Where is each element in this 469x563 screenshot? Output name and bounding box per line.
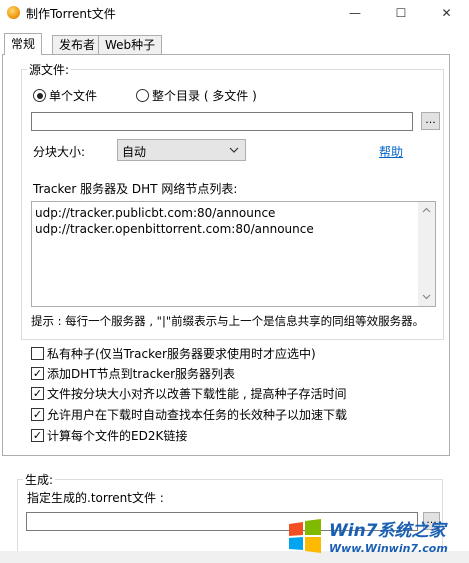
radio-single-file-label: 单个文件 — [49, 89, 98, 103]
checkbox-private[interactable] — [31, 347, 44, 360]
scroll-up-icon[interactable] — [422, 207, 431, 213]
piece-size-label: 分块大小: — [33, 145, 86, 159]
checkbox-private-label: 私有种子(仅当Tracker服务器要求使用时才应选中) — [47, 347, 316, 361]
help-link[interactable]: 帮助 — [379, 143, 403, 160]
output-group-label: 生成: — [23, 471, 56, 488]
close-button[interactable]: ✕ — [424, 0, 469, 26]
radio-single-file[interactable] — [33, 89, 46, 102]
tab-publisher[interactable]: 发布者 — [52, 35, 103, 54]
watermark-logo: Win7系统之家 Www.Winwin7.com — [285, 512, 465, 560]
watermark-brand: Win7系统之家 — [329, 521, 446, 541]
checkbox-ed2k-label: 计算每个文件的ED2K链接 — [47, 429, 188, 443]
radio-directory[interactable] — [136, 89, 149, 102]
tracker-list-label: Tracker 服务器及 DHT 网络节点列表: — [33, 182, 238, 196]
app-icon — [7, 6, 20, 19]
minimize-button[interactable]: — — [332, 0, 378, 26]
piece-size-value: 自动 — [122, 145, 147, 159]
tracker-line: udp://tracker.publicbt.com:80/announce — [35, 206, 276, 220]
tab-web-seed[interactable]: Web种子 — [98, 35, 163, 54]
tracker-line: udp://tracker.openbittorrent.com:80/anno… — [35, 222, 314, 236]
piece-size-select[interactable]: 自动 — [117, 139, 246, 161]
maximize-button[interactable]: ☐ — [378, 0, 424, 26]
window-title: 制作Torrent文件 — [26, 7, 116, 21]
vertical-scrollbar[interactable] — [418, 202, 435, 306]
source-path-input[interactable] — [31, 112, 413, 131]
checkbox-align-pieces[interactable]: ✓ — [31, 387, 44, 400]
chevron-down-icon — [229, 147, 239, 153]
tab-general[interactable]: 常规 — [4, 33, 43, 55]
output-file-label: 指定生成的.torrent文件 : — [27, 491, 164, 505]
radio-directory-label: 整个目录 ( 多文件 ) — [152, 89, 257, 103]
checkbox-add-dht[interactable]: ✓ — [31, 367, 44, 380]
checkbox-ed2k[interactable]: ✓ — [31, 429, 44, 442]
scroll-down-icon[interactable] — [422, 294, 431, 300]
windows-logo-icon — [289, 519, 321, 553]
browse-source-button[interactable]: ... — [421, 112, 440, 130]
source-group-label: 源文件: — [27, 61, 72, 78]
checkbox-find-seeds[interactable]: ✓ — [31, 408, 44, 421]
checkbox-align-pieces-label: 文件按分块大小对齐以改善下载性能 , 提高种子存活时间 — [47, 387, 347, 401]
checkbox-find-seeds-label: 允许用户在下载时自动查找本任务的长效种子以加速下载 — [47, 408, 348, 422]
tracker-hint: 提示 : 每行一个服务器 , "|"前缀表示与上一个是信息共享的同组等效服务器。 — [31, 314, 425, 328]
watermark-url: Www.Winwin7.com — [329, 542, 448, 555]
tracker-list-textarea[interactable]: udp://tracker.publicbt.com:80/announce u… — [31, 201, 436, 307]
title-bar: 制作Torrent文件 — ☐ ✕ — [0, 0, 469, 26]
checkbox-add-dht-label: 添加DHT节点到tracker服务器列表 — [47, 367, 236, 381]
